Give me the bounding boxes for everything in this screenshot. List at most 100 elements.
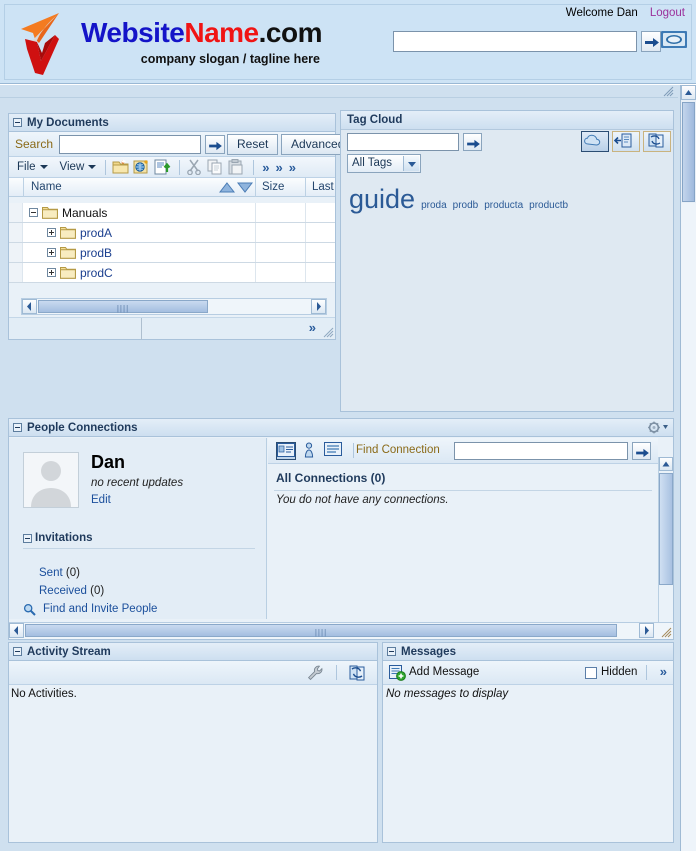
gear-icon[interactable] xyxy=(647,421,669,437)
add-message-button[interactable]: Add Message xyxy=(409,666,479,678)
tree-item-label[interactable]: prodA xyxy=(80,226,112,240)
avatar[interactable] xyxy=(23,452,79,508)
logout-link[interactable]: Logout xyxy=(650,7,685,19)
chevron-down-icon[interactable] xyxy=(403,156,419,171)
panel-resize-grip[interactable] xyxy=(323,327,334,338)
people-horizontal-scrollbar[interactable]: |||| xyxy=(9,622,673,639)
copy-icon[interactable] xyxy=(207,159,226,176)
profile-name: Dan xyxy=(91,452,126,472)
tree-item-label[interactable]: prodC xyxy=(80,266,113,280)
view-menu-label: View xyxy=(59,161,85,173)
list-view-icon[interactable] xyxy=(324,442,344,460)
tree-item-label[interactable]: Manuals xyxy=(62,206,107,220)
wrench-icon[interactable] xyxy=(307,665,325,681)
paste-icon[interactable] xyxy=(228,158,247,176)
header-inner: WebsiteName.com company slogan / tagline… xyxy=(4,4,692,80)
person-view-icon[interactable] xyxy=(300,442,320,460)
my-documents-header: My Documents xyxy=(9,114,335,132)
table-row[interactable]: Manuals xyxy=(9,203,335,223)
documents-search-go-button[interactable] xyxy=(205,135,225,154)
messages-empty-text: No messages to display xyxy=(386,688,509,700)
expander-expand-icon[interactable] xyxy=(47,228,56,237)
monitor-icon[interactable] xyxy=(661,29,689,51)
expander-expand-icon[interactable] xyxy=(47,248,56,257)
messages-title: Messages xyxy=(401,645,456,658)
tag-item[interactable]: productb xyxy=(529,200,568,211)
messages-overflow-button[interactable]: » xyxy=(660,664,667,679)
upload-document-icon[interactable] xyxy=(154,159,173,176)
scroll-up-arrow-icon[interactable] xyxy=(659,457,673,471)
toolbar-overflow-1[interactable]: » xyxy=(259,160,272,175)
collapse-toggle-icon[interactable] xyxy=(23,533,32,543)
column-header-last[interactable]: Last xyxy=(312,181,334,193)
invitations-sent-link[interactable]: Sent (0) xyxy=(39,567,80,579)
scroll-right-arrow-icon[interactable] xyxy=(639,623,654,638)
table-row[interactable]: prodB xyxy=(9,243,335,263)
collapse-toggle-icon[interactable] xyxy=(13,118,22,127)
find-connection-input[interactable] xyxy=(454,442,628,460)
people-connections-header: People Connections xyxy=(9,419,673,437)
card-view-icon[interactable] xyxy=(276,442,296,460)
scroll-right-arrow-icon[interactable] xyxy=(311,299,326,314)
documents-search-input[interactable] xyxy=(59,135,201,154)
activity-stream-body: No Activities. xyxy=(9,686,377,842)
tag-list-view-icon[interactable] xyxy=(612,131,640,152)
collapse-toggle-icon[interactable] xyxy=(13,647,22,656)
horizontal-scroll-thumb[interactable]: |||| xyxy=(38,300,208,313)
connections-scroll-thumb[interactable] xyxy=(659,473,673,585)
tag-item[interactable]: producta xyxy=(484,200,523,211)
collapse-toggle-icon[interactable] xyxy=(13,423,22,432)
table-row[interactable]: prodC xyxy=(9,263,335,283)
tag-cloud-search-input[interactable] xyxy=(347,133,459,151)
brand-text: WebsiteName.com company slogan / tagline… xyxy=(81,17,322,67)
cut-icon[interactable] xyxy=(186,159,205,176)
tree-item-label[interactable]: prodB xyxy=(80,246,112,260)
tag-item[interactable]: prodb xyxy=(453,200,479,211)
expander-expand-icon[interactable] xyxy=(47,268,56,277)
reset-button[interactable]: Reset xyxy=(227,134,279,155)
collapse-toggle-icon[interactable] xyxy=(387,647,396,656)
hidden-checkbox[interactable] xyxy=(585,667,597,679)
new-url-icon[interactable] xyxy=(133,159,152,176)
footer-overflow-button[interactable]: » xyxy=(306,320,319,335)
invitations-received-link[interactable]: Received (0) xyxy=(39,585,104,597)
sort-arrows-icon[interactable] xyxy=(218,182,254,196)
tag-item[interactable]: guide xyxy=(349,184,415,214)
brand-part-1: Website xyxy=(81,17,185,48)
tag-cloud-search-go-button[interactable] xyxy=(463,133,482,151)
page-vertical-scrollbar[interactable] xyxy=(680,85,696,851)
scroll-left-arrow-icon[interactable] xyxy=(22,299,37,314)
header-search-go-button[interactable] xyxy=(641,31,661,52)
table-row[interactable]: prodA xyxy=(9,223,335,243)
toolbar-overflow-3[interactable]: » xyxy=(286,160,299,175)
page-scroll-track[interactable] xyxy=(681,203,696,851)
refresh-tags-icon[interactable] xyxy=(643,131,671,152)
panel-resize-grip[interactable] xyxy=(661,627,672,638)
cloud-view-icon[interactable] xyxy=(581,131,609,152)
profile-edit-link[interactable]: Edit xyxy=(91,494,111,506)
page-scroll-thumb[interactable] xyxy=(682,102,695,202)
search-icon xyxy=(23,603,36,616)
connections-pane: Find Connection All Connections (0) You … xyxy=(268,438,658,619)
toolbar-overflow-2[interactable]: » xyxy=(272,160,285,175)
tag-item[interactable]: proda xyxy=(421,200,447,211)
documents-toolbar: File View » » » xyxy=(9,157,335,178)
file-menu[interactable]: File xyxy=(9,158,52,177)
people-profile-pane: Dan no recent updates Edit Invitations S… xyxy=(9,438,267,637)
horizontal-scroll-thumb[interactable]: |||| xyxy=(25,624,617,637)
tag-filter-select[interactable]: All Tags xyxy=(347,154,421,173)
scroll-left-arrow-icon[interactable] xyxy=(9,623,24,638)
expander-collapse-icon[interactable] xyxy=(29,208,38,217)
refresh-icon[interactable] xyxy=(347,664,367,682)
find-and-invite-people-link[interactable]: Find and Invite People xyxy=(43,603,157,615)
documents-horizontal-scrollbar[interactable]: |||| xyxy=(21,298,327,315)
scroll-up-arrow-icon[interactable] xyxy=(681,85,696,100)
column-header-name[interactable]: Name xyxy=(31,181,62,193)
new-folder-icon[interactable] xyxy=(112,159,131,176)
connections-vertical-scrollbar[interactable] xyxy=(658,457,673,638)
view-menu[interactable]: View xyxy=(52,158,101,177)
column-header-size[interactable]: Size xyxy=(262,181,284,193)
header-search-input[interactable] xyxy=(393,31,637,52)
canvas-resize-grip[interactable] xyxy=(663,86,674,97)
find-connection-go-button[interactable] xyxy=(632,442,651,460)
